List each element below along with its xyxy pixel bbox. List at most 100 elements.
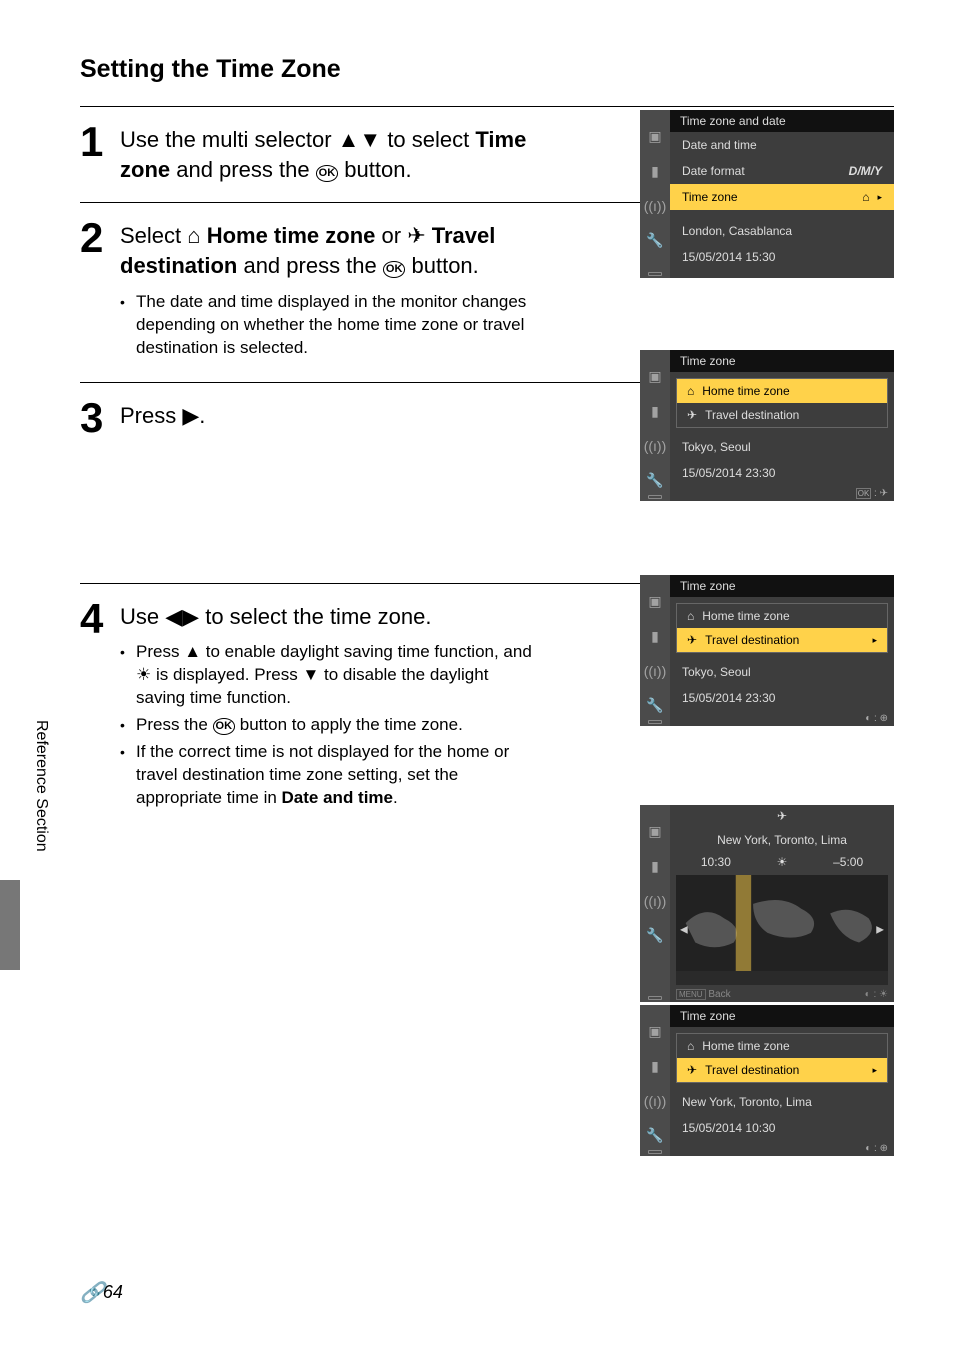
camera-icon: ▣ — [648, 368, 661, 385]
t: button. — [338, 157, 411, 182]
screenshot-2: ▣ ▮ ((ı)) 🔧 Time zone ⌂ Home time zone ✈… — [640, 350, 894, 501]
up-icon: ▲ — [184, 641, 201, 664]
ok-icon: OK — [213, 718, 236, 735]
back-label: Back — [708, 989, 730, 1000]
step-number: 4 — [80, 598, 120, 814]
home-icon: ⌂ — [687, 384, 694, 398]
right-arrow-icon[interactable]: ▶ — [876, 925, 884, 936]
t: . — [199, 403, 205, 428]
chevron-right-icon: ▸ — [872, 635, 877, 646]
label: Travel destination — [705, 408, 799, 422]
up-down-icon: ▲▼ — [338, 125, 382, 155]
location-text: Tokyo, Seoul — [670, 659, 894, 685]
wifi-icon: ((ı)) — [644, 663, 667, 679]
menu-item-date-time[interactable]: Date and time — [670, 132, 894, 158]
t: Press — [120, 403, 182, 428]
datetime-text: 15/05/2014 10:30 — [670, 1115, 894, 1141]
label: Home time zone — [702, 1039, 789, 1053]
option-travel-destination[interactable]: ✈ Travel destination ▸ — [677, 1058, 887, 1082]
home-icon: ⌂ — [187, 221, 200, 251]
chevron-right-icon: ▸ — [872, 1065, 877, 1076]
screenshot-5: ▣ ▮ ((ı)) 🔧 Time zone ⌂ Home time zone ✈… — [640, 1005, 894, 1156]
screenshot-1: ▣ ▮ ((ı)) 🔧 Time zone and date Date and … — [640, 110, 894, 278]
t: Use the multi selector — [120, 127, 338, 152]
location-text: New York, Toronto, Lima — [670, 1089, 894, 1115]
option-home-time-zone[interactable]: ⌂ Home time zone — [677, 604, 887, 628]
home-icon: ⌂ — [687, 609, 694, 623]
location-text: New York, Toronto, Lima — [670, 827, 894, 853]
map-header: ✈ — [670, 805, 894, 827]
plane-icon: ✈ — [687, 1063, 697, 1077]
step-3-instruction: Press ▶. — [120, 401, 550, 431]
screenshot-3: ▣ ▮ ((ı)) 🔧 Time zone ⌂ Home time zone ✈… — [640, 575, 894, 726]
t: or — [375, 223, 407, 248]
t: . — [393, 788, 398, 807]
option-home-time-zone[interactable]: ⌂ Home time zone — [677, 379, 887, 403]
page-title: Setting the Time Zone — [80, 55, 894, 84]
option-home-time-zone[interactable]: ⌂ Home time zone — [677, 1034, 887, 1058]
left-arrow-icon[interactable]: ◀ — [680, 925, 688, 936]
home-icon: ⌂ — [687, 1039, 694, 1053]
wifi-icon: ((ı)) — [644, 1093, 667, 1109]
time-text: 10:30 — [701, 855, 731, 869]
t: and press the — [237, 253, 383, 278]
playback-icon — [648, 272, 662, 276]
plane-icon: ✈ — [687, 408, 697, 422]
step-2-instruction: Select ⌂ Home time zone or ✈ Travel dest… — [120, 221, 550, 280]
bold: Home time zone — [207, 223, 376, 248]
t: and press the — [170, 157, 316, 182]
menu-item-time-zone[interactable]: Time zone ⌂ ▸ — [670, 184, 894, 210]
movie-icon: ▮ — [651, 163, 659, 180]
step-4-detail-1: Press ▲ to enable daylight saving time f… — [120, 641, 540, 710]
label: Travel destination — [705, 1063, 799, 1077]
ok-icon: OK — [316, 165, 339, 182]
back-hint: MENU Back — [676, 989, 731, 1000]
screenshot-4: ▣ ▮ ((ı)) 🔧 ✈ New York, Toronto, Lima 10… — [640, 805, 894, 1002]
camera-icon: ▣ — [648, 1023, 661, 1040]
home-icon: ⌂ — [862, 190, 869, 204]
wifi-icon: ((ı)) — [644, 438, 667, 454]
datetime-text: 15/05/2014 15:30 — [670, 244, 894, 278]
t: Select — [120, 223, 187, 248]
world-map[interactable]: ◀ ▶ — [676, 875, 888, 985]
t: Use — [120, 604, 165, 629]
plane-icon: ✈ — [777, 809, 787, 823]
t: is displayed. Press — [151, 665, 302, 684]
step-4-instruction: Use ◀▶ to select the time zone. — [120, 602, 550, 632]
option-travel-destination[interactable]: ✈ Travel destination ▸ — [677, 628, 887, 652]
t: to select the time zone. — [199, 604, 431, 629]
wifi-icon: ((ı)) — [644, 198, 667, 214]
camera-icon: ▣ — [648, 128, 661, 145]
footer-hint: OK : ✈ — [670, 486, 894, 501]
playback-icon — [648, 495, 662, 499]
wifi-icon: ((ı)) — [644, 893, 667, 909]
step-2-detail: The date and time displayed in the monit… — [120, 291, 540, 360]
option-travel-destination[interactable]: ✈ Travel destination — [677, 403, 887, 427]
label: Date format — [682, 164, 745, 178]
plane-icon: ✈ — [407, 221, 425, 251]
t: button to apply the time zone. — [235, 715, 463, 734]
camera-icon: ▣ — [648, 593, 661, 610]
left-right-icon: ◀▶ — [165, 602, 199, 632]
step-number: 2 — [80, 217, 120, 363]
menu-item-date-format[interactable]: Date format D/M/Y — [670, 158, 894, 184]
page-number: 🔗 64 — [80, 1280, 123, 1305]
setup-icon: 🔧 — [646, 232, 663, 249]
side-tab — [0, 880, 20, 970]
label: Home time zone — [702, 384, 789, 398]
camera-icon: ▣ — [648, 823, 661, 840]
bold: Date and time — [282, 788, 393, 807]
movie-icon: ▮ — [651, 403, 659, 420]
reference-icon: 🔗 — [80, 1280, 101, 1305]
playback-icon — [648, 996, 662, 1000]
section-label: Reference Section — [32, 720, 50, 852]
dst-icon: ☀ — [777, 855, 788, 869]
step-1-instruction: Use the multi selector ▲▼ to select Time… — [120, 125, 550, 184]
footer-hint: ◐ : ⊕ — [670, 711, 894, 726]
label: Home time zone — [702, 609, 789, 623]
page-number-text: 64 — [103, 1282, 123, 1303]
menu-title: Time zone and date — [670, 110, 894, 132]
t: Press the — [136, 715, 213, 734]
menu-title: Time zone — [670, 1005, 894, 1027]
movie-icon: ▮ — [651, 628, 659, 645]
